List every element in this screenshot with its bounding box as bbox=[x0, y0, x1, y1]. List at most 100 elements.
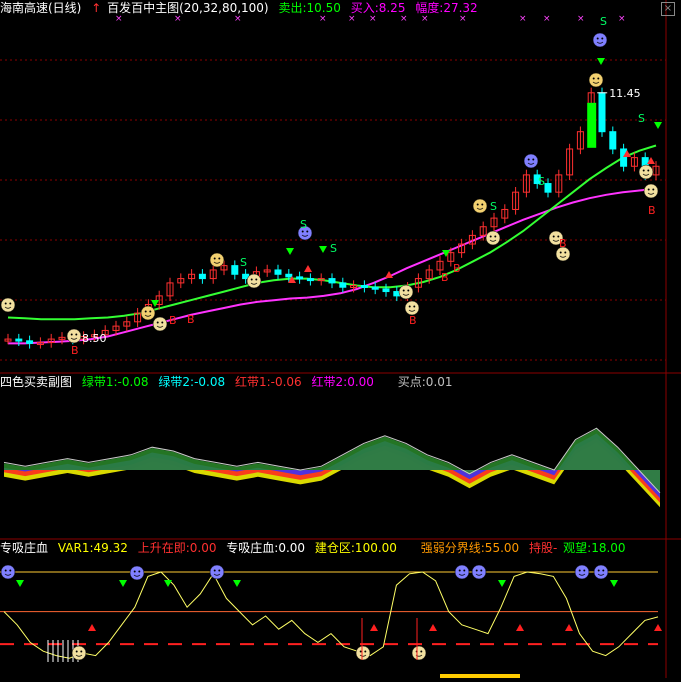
face-eye bbox=[420, 650, 423, 653]
down-arrow-icon bbox=[319, 246, 327, 253]
high-price-label: 11.45 bbox=[609, 87, 641, 100]
down-arrow-icon bbox=[119, 580, 127, 587]
candle-body bbox=[15, 338, 23, 342]
sell-label: 卖出:10.50 bbox=[278, 1, 341, 15]
sad-face-icon bbox=[593, 564, 609, 580]
money-bag-icon bbox=[209, 252, 225, 268]
face-eye bbox=[133, 570, 136, 573]
face-eye bbox=[597, 77, 600, 80]
face-eye bbox=[564, 251, 567, 254]
top-tick-mark: × bbox=[543, 14, 551, 24]
sad-face-icon bbox=[523, 153, 539, 169]
candle-body bbox=[328, 278, 336, 284]
face-eye bbox=[161, 321, 164, 324]
indicator-name: 百发百中主图(20,32,80,100) bbox=[107, 1, 269, 15]
buy-marker: B bbox=[71, 344, 79, 357]
down-arrow-icon bbox=[164, 580, 172, 587]
top-tick-mark: × bbox=[577, 14, 585, 24]
bottom-strip bbox=[440, 674, 520, 678]
build-label: 建仓区:100.00 bbox=[314, 541, 397, 555]
close-icon[interactable]: × bbox=[661, 2, 675, 16]
buy-marker: B bbox=[453, 262, 461, 275]
face-eye bbox=[475, 569, 478, 572]
down-arrow-icon bbox=[233, 580, 241, 587]
buy-marker: B bbox=[169, 314, 177, 327]
sad-face-icon bbox=[471, 564, 487, 580]
face-eye bbox=[144, 310, 147, 313]
candle-body bbox=[598, 92, 606, 133]
sell-marker: S bbox=[240, 256, 247, 269]
face-eye bbox=[578, 569, 581, 572]
sub2-title: 专吸庄血 bbox=[0, 541, 49, 555]
down-arrow-icon bbox=[654, 122, 662, 129]
face-eye bbox=[408, 305, 411, 308]
face-eye bbox=[476, 203, 479, 206]
sell-marker: S bbox=[638, 112, 645, 125]
buy-marker: B bbox=[559, 237, 567, 250]
red2-label: 红带2:0.00 bbox=[311, 375, 374, 389]
face-eye bbox=[9, 569, 12, 572]
smiley-face-icon bbox=[638, 164, 654, 180]
candle-body bbox=[296, 276, 304, 280]
face-eye bbox=[255, 278, 258, 281]
face-eye bbox=[213, 569, 216, 572]
face-eye bbox=[592, 77, 595, 80]
up-arrow-icon bbox=[516, 624, 524, 631]
face-eye bbox=[552, 235, 555, 238]
main-panel-header: 海南高速(日线) ↑ 百发百中主图(20,32,80,100) 卖出:10.50… bbox=[0, 0, 484, 17]
candle-body bbox=[360, 285, 368, 289]
face-eye bbox=[75, 650, 78, 653]
chart-canvas[interactable]: × × × × × × × × × × × × × 11.45 8.50 S S S S S S S B B B B B B B B bbox=[0, 0, 681, 678]
range-label: 幅度:27.32 bbox=[415, 1, 478, 15]
candle-body bbox=[609, 131, 617, 150]
strong-weak-label: 强弱分界线:55.00 bbox=[420, 541, 520, 555]
face-eye bbox=[407, 289, 410, 292]
face-eye bbox=[494, 235, 497, 238]
face-eye bbox=[218, 569, 221, 572]
sell-marker: S bbox=[490, 200, 497, 213]
candle-body bbox=[544, 183, 552, 193]
down-arrow-icon bbox=[597, 58, 605, 65]
face-eye bbox=[463, 569, 466, 572]
buy-marker: B bbox=[441, 271, 449, 284]
smiley-face-icon bbox=[66, 328, 82, 344]
face-eye bbox=[413, 305, 416, 308]
sell-marker: S bbox=[538, 175, 545, 188]
down-arrow-icon bbox=[498, 580, 506, 587]
face-eye bbox=[597, 569, 600, 572]
face-eye bbox=[596, 37, 599, 40]
smiley-face-icon bbox=[152, 316, 168, 332]
face-eye bbox=[532, 158, 535, 161]
face-eye bbox=[527, 158, 530, 161]
up-arrow-icon bbox=[370, 624, 378, 631]
green1-label: 绿带1:-0.08 bbox=[81, 375, 149, 389]
face-eye bbox=[149, 310, 152, 313]
rise-label: 上升在即:0.00 bbox=[137, 541, 217, 555]
smiley-face-icon bbox=[404, 300, 420, 316]
var1-line bbox=[3, 571, 659, 659]
candle-body bbox=[306, 278, 314, 282]
face-eye bbox=[583, 569, 586, 572]
face-eye bbox=[489, 235, 492, 238]
candle-body bbox=[231, 265, 239, 275]
var1-label: VAR1:49.32 bbox=[57, 541, 128, 555]
down-arrow-icon bbox=[610, 580, 618, 587]
candle-body bbox=[285, 273, 293, 278]
buy-marker: B bbox=[187, 313, 195, 326]
up-arrow-icon bbox=[429, 624, 437, 631]
sad-face-icon bbox=[592, 32, 608, 48]
watch-label: 观望:18.00 bbox=[563, 541, 626, 555]
face-eye bbox=[642, 169, 645, 172]
face-eye bbox=[4, 302, 7, 305]
sad-face-icon bbox=[574, 564, 590, 580]
candle-body bbox=[274, 269, 282, 275]
sell-marker: S bbox=[300, 218, 307, 231]
low-price-label: 8.50 bbox=[82, 332, 107, 345]
candle-body bbox=[382, 288, 390, 293]
down-arrow-icon bbox=[151, 300, 159, 307]
face-eye bbox=[75, 333, 78, 336]
face-eye bbox=[402, 289, 405, 292]
green2-label: 绿带2:-0.08 bbox=[158, 375, 226, 389]
candle-body bbox=[339, 282, 347, 288]
buy-marker: B bbox=[409, 314, 417, 327]
